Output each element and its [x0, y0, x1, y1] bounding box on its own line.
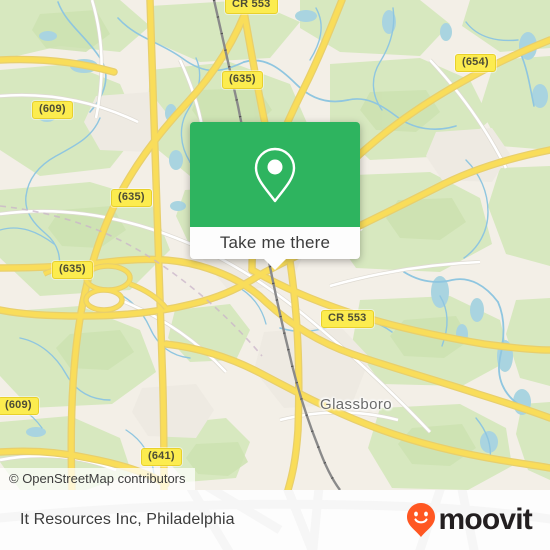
take-me-there-label: Take me there: [219, 233, 331, 252]
moovit-brand[interactable]: moovit: [406, 502, 533, 538]
footer-content: It Resources Inc, Philadelphia moovit: [0, 490, 550, 550]
road-shield-641[interactable]: (641): [141, 448, 182, 466]
callout-pointer-tail: [262, 257, 288, 270]
road-shield-635-top[interactable]: (635): [222, 71, 263, 89]
callout-icon-panel: [190, 122, 360, 227]
road-shield-cr-553-north[interactable]: CR 553: [225, 0, 278, 14]
moovit-wordmark: moovit: [438, 503, 532, 536]
road-shield-635-left[interactable]: (635): [52, 261, 93, 279]
callout-action-panel[interactable]: Take me there: [190, 227, 360, 259]
road-shield-609-top[interactable]: (609): [32, 101, 73, 119]
road-shield-cr-553-south[interactable]: CR 553: [321, 310, 374, 328]
moovit-pin-smiley-icon: [407, 503, 436, 537]
place-label-glassboro: Glassboro: [320, 396, 392, 413]
road-shield-609-bottom[interactable]: (609): [0, 397, 39, 415]
map-pin-icon: [254, 147, 296, 202]
footer-bar: It Resources Inc, Philadelphia moovit: [0, 490, 550, 550]
location-callout-card[interactable]: Take me there: [190, 122, 360, 259]
footer-location-title: It Resources Inc, Philadelphia: [20, 511, 235, 528]
map-screenshot-root: CR 553 (635) (654) (609) (635) (635) CR …: [0, 0, 550, 550]
road-shield-635-mid[interactable]: (635): [111, 189, 152, 207]
osm-attribution[interactable]: © OpenStreetMap contributors: [0, 468, 195, 490]
road-shield-654[interactable]: (654): [455, 54, 496, 72]
